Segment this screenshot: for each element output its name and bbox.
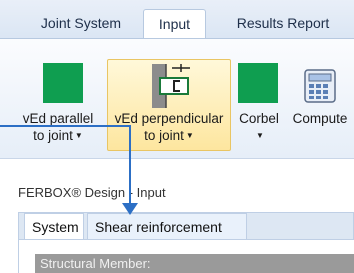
green-square-icon — [238, 63, 278, 103]
panel-tab-strip: System Shear reinforcement — [18, 212, 354, 240]
green-square-icon — [43, 63, 83, 103]
joint-perpendicular-icon — [152, 64, 190, 108]
corbel-button[interactable]: Corbel ▼ — [233, 39, 285, 151]
tab-results-report[interactable]: Results Report — [212, 9, 354, 38]
panel-content: Structural Member: — [18, 240, 354, 273]
structural-member-header: Structural Member: — [35, 254, 354, 273]
pointer-arrow-icon — [122, 203, 138, 215]
tab-system[interactable]: System — [24, 213, 84, 239]
ved-perpendicular-sublabel: to joint — [144, 128, 184, 143]
dropdown-arrow-icon: ▼ — [74, 131, 83, 140]
panel-title: FERBOX® Design - Input — [18, 185, 166, 200]
tab-joint-system[interactable]: Joint System — [20, 9, 142, 38]
ved-parallel-button[interactable]: vEd parallel to joint ▼ — [10, 39, 106, 151]
ribbon-tab-strip: Joint System Input Results Report — [0, 0, 354, 38]
pointer-line — [0, 125, 130, 127]
calculator-icon — [304, 69, 336, 103]
ribbon-panel: vEd parallel to joint ▼ vEd perpendicular… — [0, 38, 354, 158]
tab-shear-reinforcement[interactable]: Shear reinforcement — [87, 213, 247, 239]
pointer-line — [129, 125, 131, 205]
design-input-header: FERBOX® Design - Input — [0, 158, 354, 204]
ved-parallel-sublabel: to joint — [33, 128, 73, 143]
ved-perpendicular-button[interactable]: vEd perpendicular to joint ▼ — [107, 59, 231, 151]
corbel-label: Corbel — [239, 111, 279, 126]
dropdown-arrow-icon: ▼ — [256, 131, 264, 140]
compute-label: Compute — [292, 111, 348, 126]
tab-input[interactable]: Input — [143, 9, 206, 38]
dropdown-arrow-icon: ▼ — [185, 131, 194, 140]
compute-button[interactable]: Compute — [286, 39, 354, 151]
